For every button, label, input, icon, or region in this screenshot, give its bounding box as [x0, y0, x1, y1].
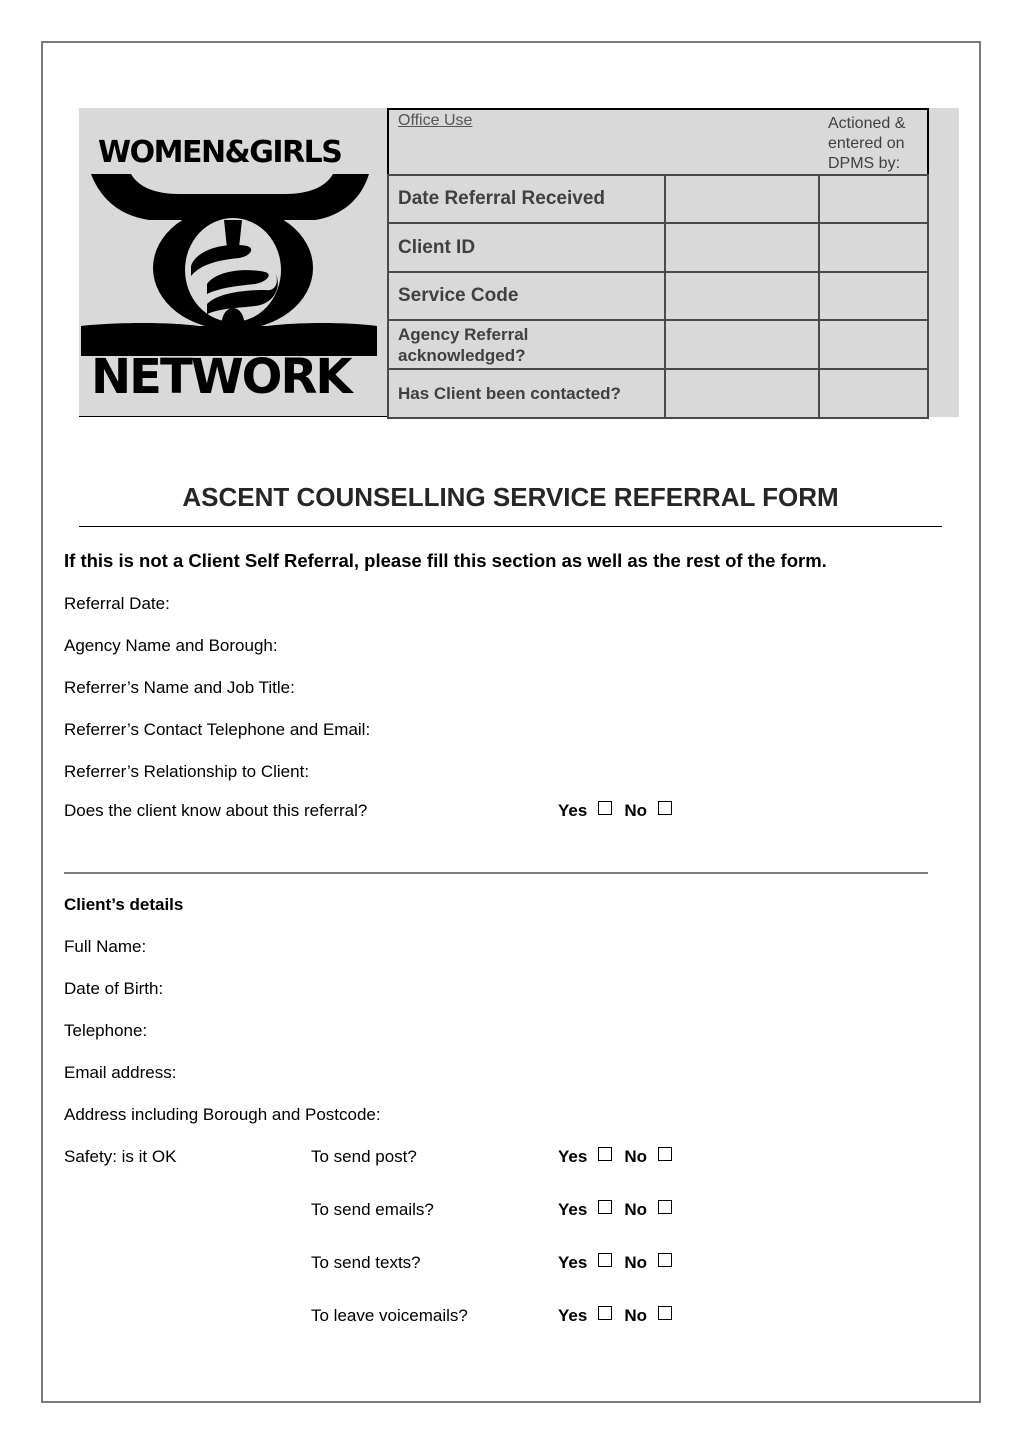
- organization-logo: WOMEN&GIRLS NETWORK: [79, 108, 387, 417]
- agency-acknowledged-actioned-cell[interactable]: [818, 319, 929, 370]
- safety-question-texts: To send texts?: [311, 1253, 421, 1272]
- referrer-name-job-title-label: Referrer’s Name and Job Title:: [64, 678, 295, 697]
- instruction-text: If this is not a Client Self Referral, p…: [64, 550, 827, 571]
- date-received-actioned-cell[interactable]: [818, 174, 929, 224]
- title-underline: [79, 526, 942, 527]
- row-label-client-id: Client ID: [398, 236, 476, 258]
- emails-yes-checkbox[interactable]: [598, 1200, 613, 1214]
- table-row: Client ID: [387, 222, 929, 273]
- safety-post-options: Yes No: [558, 1147, 684, 1167]
- referral-date-label: Referral Date:: [64, 594, 170, 613]
- texts-yes-checkbox[interactable]: [598, 1253, 613, 1267]
- office-use-header-row: Office Use Actioned & entered on DPMS by…: [388, 109, 928, 176]
- yes-label: Yes: [558, 1253, 588, 1272]
- emails-no-checkbox[interactable]: [657, 1200, 672, 1214]
- row-label-client-contacted: Has Client been contacted?: [398, 384, 621, 403]
- no-label: No: [624, 1147, 647, 1166]
- office-use-table: Office Use Actioned & entered on DPMS by…: [387, 108, 929, 419]
- table-row: Agency Referral acknowledged?: [387, 319, 929, 370]
- voicemails-no-checkbox[interactable]: [657, 1306, 672, 1320]
- no-label: No: [624, 1253, 647, 1272]
- client-knows-no-checkbox[interactable]: [657, 801, 672, 815]
- date-of-birth-label: Date of Birth:: [64, 979, 164, 998]
- section-divider: [64, 872, 928, 874]
- service-code-actioned-cell[interactable]: [818, 271, 929, 321]
- client-id-value-cell[interactable]: [664, 222, 820, 273]
- no-label: No: [624, 801, 647, 820]
- row-label-agency-acknowledged: Agency Referral acknowledged?: [398, 324, 529, 365]
- agency-acknowledged-value-cell[interactable]: [664, 319, 820, 370]
- voicemails-yes-checkbox[interactable]: [598, 1306, 613, 1320]
- yes-label: Yes: [558, 1147, 588, 1166]
- no-label: No: [624, 1306, 647, 1325]
- safety-question-emails: To send emails?: [311, 1200, 434, 1219]
- full-name-label: Full Name:: [64, 937, 147, 956]
- no-label: No: [624, 1200, 647, 1219]
- referrer-relationship-label: Referrer’s Relationship to Client:: [64, 762, 310, 781]
- logo-text-top: WOMEN&GIRLS: [98, 135, 343, 170]
- table-row: Date Referral Received: [387, 174, 929, 224]
- email-address-label: Email address:: [64, 1063, 177, 1082]
- office-use-label: Office Use: [398, 112, 473, 129]
- service-code-value-cell[interactable]: [664, 271, 820, 321]
- client-contacted-value-cell[interactable]: [664, 368, 820, 419]
- referrer-contact-label: Referrer’s Contact Telephone and Email:: [64, 720, 371, 739]
- yes-label: Yes: [558, 801, 588, 820]
- actioned-label: Actioned & entered on DPMS by:: [828, 115, 906, 172]
- safety-question-voicemails: To leave voicemails?: [311, 1306, 468, 1325]
- form-title: ASCENT COUNSELLING SERVICE REFERRAL FORM: [182, 482, 839, 512]
- yes-label: Yes: [558, 1306, 588, 1325]
- post-no-checkbox[interactable]: [657, 1147, 672, 1161]
- client-id-actioned-cell[interactable]: [818, 222, 929, 273]
- row-label-service-code: Service Code: [398, 285, 519, 306]
- post-yes-checkbox[interactable]: [598, 1147, 613, 1161]
- safety-label: Safety: is it OK: [64, 1147, 177, 1166]
- client-contacted-actioned-cell[interactable]: [818, 368, 929, 419]
- client-knows-yes-checkbox[interactable]: [598, 801, 613, 815]
- table-row: Has Client been contacted?: [387, 368, 929, 419]
- row-label-date-received: Date Referral Received: [398, 188, 605, 209]
- safety-texts-options: Yes No: [558, 1253, 684, 1273]
- actioned-header-cell: Actioned & entered on DPMS by:: [819, 109, 928, 176]
- safety-voicemails-options: Yes No: [558, 1306, 684, 1326]
- yes-label: Yes: [558, 1200, 588, 1219]
- table-row: Service Code: [387, 271, 929, 321]
- client-details-heading: Client’s details: [64, 895, 184, 914]
- client-knows-options: Yes No: [558, 801, 684, 821]
- logo-text-bottom: NETWORK: [91, 349, 353, 405]
- telephone-label: Telephone:: [64, 1021, 148, 1040]
- safety-emails-options: Yes No: [558, 1200, 684, 1220]
- date-received-value-cell[interactable]: [664, 174, 820, 224]
- safety-question-post: To send post?: [311, 1147, 417, 1166]
- office-use-header-cell: Office Use: [388, 109, 819, 176]
- agency-name-borough-label: Agency Name and Borough:: [64, 636, 278, 655]
- texts-no-checkbox[interactable]: [657, 1253, 672, 1267]
- client-knows-question: Does the client know about this referral…: [64, 801, 368, 820]
- address-label: Address including Borough and Postcode:: [64, 1105, 381, 1124]
